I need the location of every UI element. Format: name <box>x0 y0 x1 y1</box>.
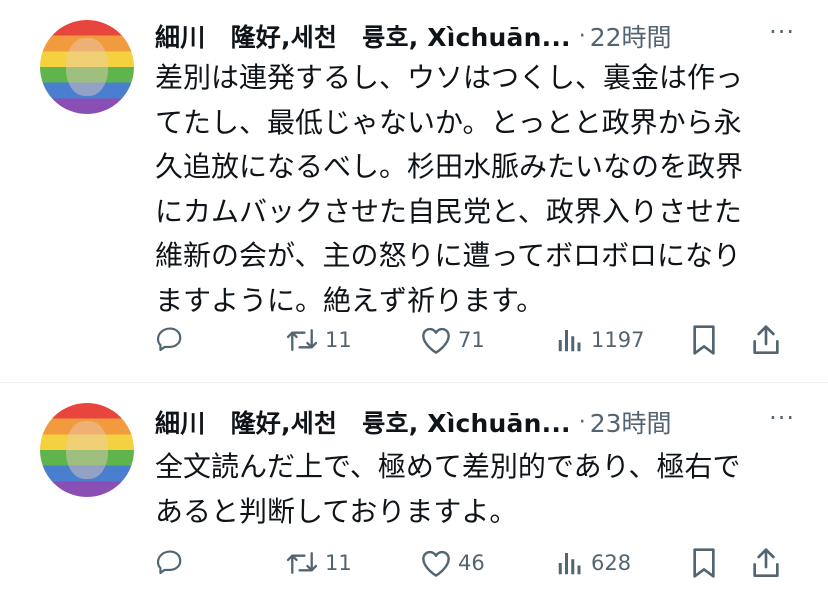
tweet-header: 細川 隆好,세천 륭호, Xìchuān... · 22時間 ··· <box>155 16 795 56</box>
share-button[interactable] <box>751 543 781 583</box>
reply-button[interactable] <box>155 543 191 583</box>
bookmark-button[interactable] <box>690 320 718 360</box>
views-icon <box>555 325 585 355</box>
views-button[interactable]: 1197 <box>555 320 644 360</box>
avatar[interactable] <box>40 20 134 114</box>
retweet-button[interactable]: 11 <box>285 543 352 583</box>
avatar-face <box>66 421 108 479</box>
author-name[interactable]: 細川 隆好,세천 륭호, Xìchuān... <box>155 404 571 440</box>
bookmark-icon <box>690 547 718 579</box>
tweet[interactable]: 細川 隆好,세천 륭호, Xìchuān... · 23時間 ··· 全文読んだ… <box>0 383 828 593</box>
share-icon <box>751 547 781 579</box>
separator-dot: · <box>578 409 586 435</box>
timestamp[interactable]: 22時間 <box>590 18 672 54</box>
like-button[interactable]: 71 <box>420 320 485 360</box>
tweet-text: 全文読んだ上で、極めて差別的であり、極右で あると判断しておりますよ。 <box>155 450 741 528</box>
like-icon <box>420 548 452 578</box>
more-options-icon[interactable]: ··· <box>769 404 795 432</box>
views-button[interactable]: 628 <box>555 543 631 583</box>
bookmark-button[interactable] <box>690 543 718 583</box>
views-icon <box>555 548 585 578</box>
views-count: 628 <box>591 551 632 575</box>
like-icon <box>420 325 452 355</box>
share-icon <box>751 324 781 356</box>
share-button[interactable] <box>751 320 781 360</box>
author-name[interactable]: 細川 隆好,세천 륭호, Xìchuān... <box>155 18 571 54</box>
retweet-count: 11 <box>325 328 352 352</box>
like-count: 46 <box>458 551 485 575</box>
retweet-count: 11 <box>325 551 352 575</box>
reply-icon <box>155 548 185 578</box>
tweet-header: 細川 隆好,세천 륭호, Xìchuān... · 23時間 ··· <box>155 402 795 442</box>
reply-icon <box>155 325 185 355</box>
more-options-icon[interactable]: ··· <box>769 18 795 46</box>
like-count: 71 <box>458 328 485 352</box>
reply-button[interactable] <box>155 320 191 360</box>
action-bar: 11 46 628 <box>155 543 795 583</box>
timestamp[interactable]: 23時間 <box>590 404 672 440</box>
like-button[interactable]: 46 <box>420 543 485 583</box>
bookmark-icon <box>690 324 718 356</box>
tweet[interactable]: 細川 隆好,세천 륭호, Xìchuān... · 22時間 ··· 差別は連発… <box>0 0 828 382</box>
avatar-face <box>66 38 108 96</box>
action-bar: 11 71 1197 <box>155 320 795 360</box>
retweet-icon <box>285 325 319 355</box>
retweet-icon <box>285 548 319 578</box>
views-count: 1197 <box>591 328 645 352</box>
tweet-text: 差別は連発するし、ウソはつくし、裏金は作っ てたし、最低じゃないか。とっとと政界… <box>155 61 744 317</box>
separator-dot: · <box>578 23 586 49</box>
retweet-button[interactable]: 11 <box>285 320 352 360</box>
avatar[interactable] <box>40 403 134 497</box>
